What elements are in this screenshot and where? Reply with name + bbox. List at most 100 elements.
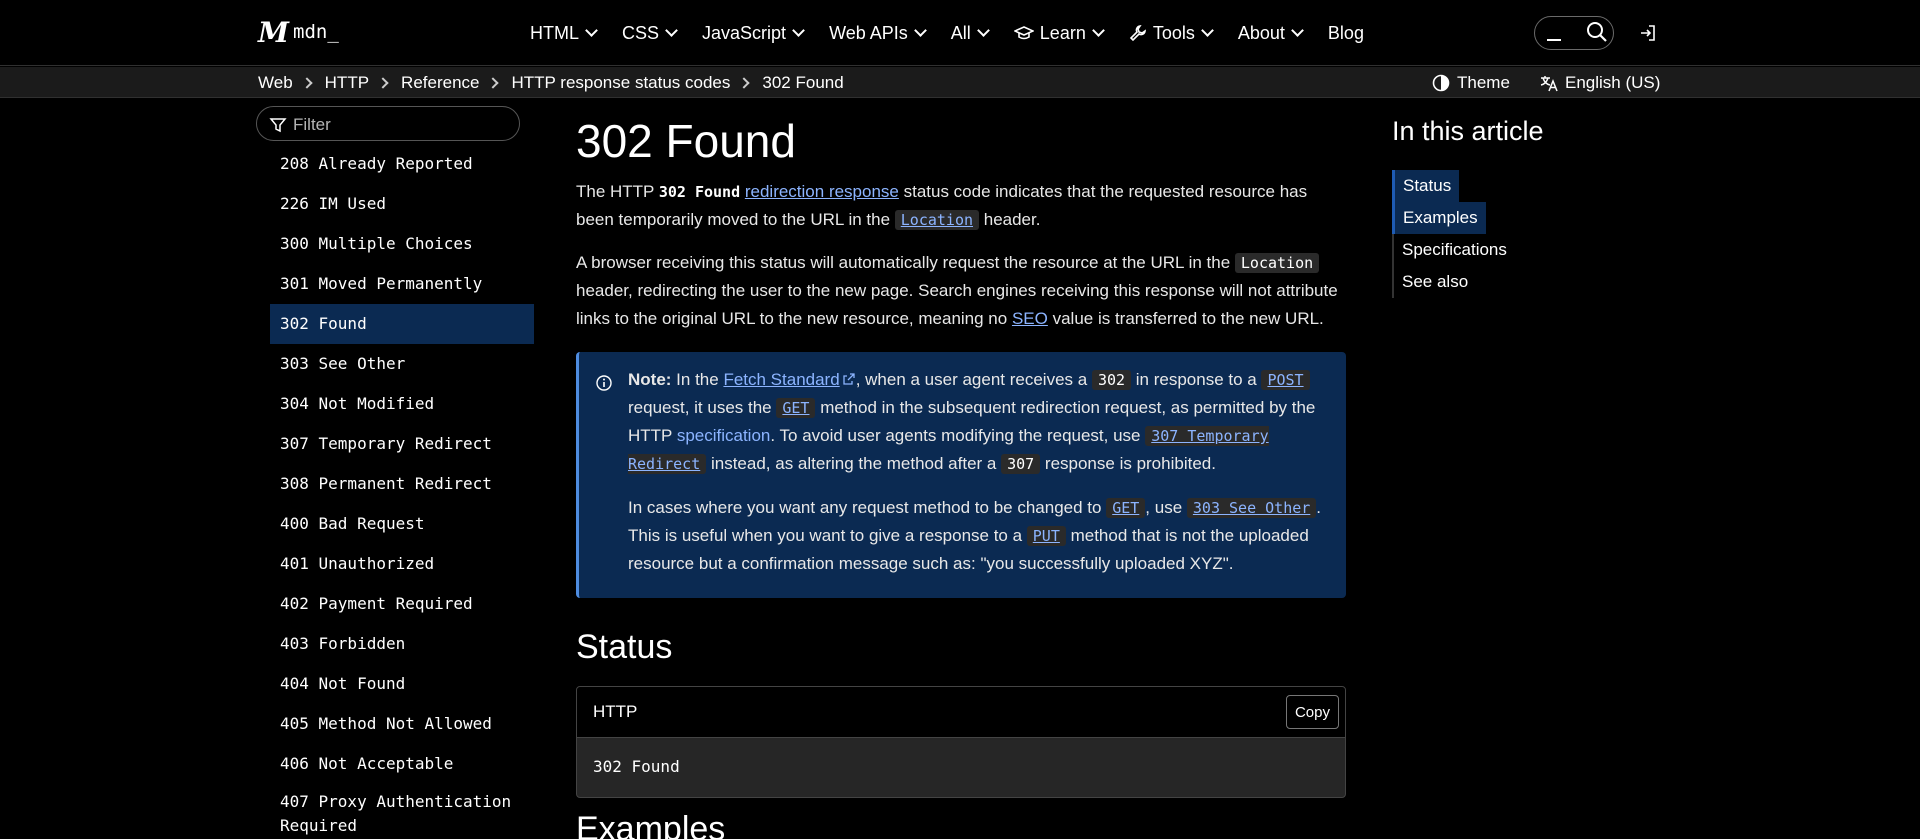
inline-code: 302 bbox=[1091, 370, 1132, 390]
sidebar-item[interactable]: 303 See Other bbox=[270, 344, 534, 384]
text: value is transferred to the new URL. bbox=[1047, 309, 1324, 328]
sidebar-item[interactable]: 407 Proxy Authentication Required bbox=[270, 784, 534, 839]
filter-placeholder: Filter bbox=[293, 115, 331, 134]
theme-button[interactable]: Theme bbox=[1432, 67, 1510, 98]
code-language: HTTP bbox=[593, 702, 638, 721]
text-cursor bbox=[1547, 39, 1561, 41]
chevron-down-icon bbox=[1091, 24, 1105, 37]
inline-code: 307 bbox=[1001, 454, 1041, 474]
toc-list: Status Examples Specifications See also bbox=[1392, 170, 1592, 298]
sidebar-item[interactable]: 308 Permanent Redirect bbox=[270, 464, 534, 504]
info-icon bbox=[596, 375, 612, 391]
mdn-logo-icon: M bbox=[258, 15, 289, 49]
menu-tools[interactable]: Tools bbox=[1129, 23, 1214, 44]
redirection-response-link[interactable]: redirection response bbox=[745, 182, 899, 201]
main-menu: HTML CSS JavaScript Web APIs All Learn T… bbox=[530, 0, 1364, 66]
menu-all[interactable]: All bbox=[950, 22, 990, 44]
text: In cases where you want any request meth… bbox=[628, 498, 1107, 517]
sidebar-item[interactable]: 403 Forbidden bbox=[270, 624, 534, 664]
sidebar-item[interactable]: 307 Temporary Redirect bbox=[270, 424, 534, 464]
toc-item-status[interactable]: Status bbox=[1392, 170, 1460, 202]
sidebar-item[interactable]: 405 Method Not Allowed bbox=[270, 704, 534, 744]
chevron-down-icon bbox=[1201, 24, 1214, 37]
text: . To avoid user agents modifying the req… bbox=[770, 426, 1146, 445]
toc-item-specifications[interactable]: Specifications bbox=[1394, 234, 1592, 266]
theme-icon bbox=[1432, 74, 1450, 91]
text: request, it uses the bbox=[628, 398, 777, 417]
login-icon[interactable] bbox=[1638, 23, 1658, 43]
menu-label: All bbox=[950, 22, 971, 43]
chevron-right-icon bbox=[300, 76, 313, 89]
note-paragraph: Note: In the Fetch Standard , when a user… bbox=[628, 366, 1328, 478]
seo-link[interactable]: SEO bbox=[1012, 309, 1048, 328]
sidebar-item[interactable]: 226 IM Used bbox=[270, 184, 534, 224]
chevron-down-icon bbox=[1291, 24, 1304, 37]
breadcrumb-item[interactable]: HTTP response status codes bbox=[511, 73, 730, 93]
language-button[interactable]: English (US) bbox=[1540, 67, 1660, 98]
sidebar-item[interactable]: 406 Not Acceptable bbox=[270, 744, 534, 784]
sidebar-list: 208 Already Reported 226 IM Used 300 Mul… bbox=[270, 144, 534, 839]
note-body: Note: In the Fetch Standard , when a user… bbox=[628, 366, 1328, 578]
breadcrumb-item[interactable]: HTTP bbox=[325, 73, 369, 93]
text: A browser receiving this status will aut… bbox=[576, 253, 1235, 272]
text: The HTTP bbox=[576, 182, 659, 201]
page-title: 302 Found bbox=[576, 115, 796, 167]
post-method-link[interactable]: POST bbox=[1261, 370, 1310, 390]
menu-learn[interactable]: Learn bbox=[1013, 22, 1105, 44]
put-method-link[interactable]: PUT bbox=[1026, 526, 1066, 546]
menu-about[interactable]: About bbox=[1238, 23, 1304, 44]
fetch-standard-link[interactable]: Fetch Standard bbox=[723, 370, 839, 389]
sidebar-item[interactable]: 401 Unauthorized bbox=[270, 544, 534, 584]
menu-web-apis[interactable]: Web APIs bbox=[829, 23, 927, 44]
breadcrumb-current[interactable]: 302 Found bbox=[762, 73, 843, 93]
sidebar-item[interactable]: 404 Not Found bbox=[270, 664, 534, 704]
sidebar-item[interactable]: 208 Already Reported bbox=[270, 144, 534, 184]
breadcrumb: Web HTTP Reference HTTP response status … bbox=[258, 67, 844, 98]
examples-heading[interactable]: Examples bbox=[576, 810, 725, 839]
text: in response to a bbox=[1131, 370, 1262, 389]
sidebar-item[interactable]: 400 Bad Request bbox=[270, 504, 534, 544]
mdn-logo[interactable]: M mdn_ bbox=[258, 16, 339, 49]
menu-css[interactable]: CSS bbox=[622, 23, 678, 44]
menu-html[interactable]: HTML bbox=[530, 22, 598, 44]
sidebar-item-active[interactable]: 302 Found bbox=[270, 304, 534, 344]
303-see-other-link[interactable]: 303 See Other bbox=[1186, 498, 1317, 518]
language-label: English (US) bbox=[1565, 72, 1661, 92]
menu-label: Learn bbox=[1039, 22, 1086, 43]
location-header-link[interactable]: Location bbox=[894, 210, 980, 230]
chevron-down-icon bbox=[792, 24, 805, 37]
toc-item-see-also[interactable]: See also bbox=[1394, 266, 1592, 298]
get-method-link[interactable]: GET bbox=[776, 398, 816, 418]
text: In the bbox=[671, 370, 724, 389]
menu-javascript[interactable]: JavaScript bbox=[702, 23, 805, 44]
breadcrumb-bar: Web HTTP Reference HTTP response status … bbox=[0, 67, 1920, 98]
text: instead, as altering the method after a bbox=[706, 454, 1002, 473]
status-heading[interactable]: Status bbox=[576, 628, 672, 667]
toc-item-examples[interactable]: Examples bbox=[1392, 202, 1486, 234]
filter-input[interactable]: Filter bbox=[256, 106, 520, 141]
note-paragraph: In cases where you want any request meth… bbox=[628, 494, 1328, 578]
breadcrumb-item[interactable]: Reference bbox=[401, 73, 479, 93]
specification-link[interactable]: specification bbox=[677, 426, 771, 445]
menu-label: HTML bbox=[530, 22, 579, 43]
text: header. bbox=[979, 210, 1041, 229]
behavior-paragraph: A browser receiving this status will aut… bbox=[576, 249, 1346, 333]
chevron-right-icon bbox=[377, 76, 389, 89]
text: , use bbox=[1145, 498, 1187, 517]
theme-label: Theme bbox=[1457, 72, 1510, 92]
search-icon[interactable] bbox=[1586, 21, 1608, 43]
get-method-link[interactable]: GET bbox=[1106, 498, 1146, 518]
menu-blog[interactable]: Blog bbox=[1328, 23, 1364, 44]
sidebar: Filter 208 Already Reported 226 IM Used … bbox=[256, 106, 538, 839]
chevron-right-icon bbox=[487, 76, 500, 89]
sidebar-item[interactable]: 402 Payment Required bbox=[270, 584, 534, 624]
sidebar-item[interactable]: 300 Multiple Choices bbox=[270, 224, 534, 264]
sidebar-item[interactable]: 301 Moved Permanently bbox=[270, 264, 534, 304]
inline-code: 302 Found bbox=[658, 183, 741, 201]
breadcrumb-item[interactable]: Web bbox=[258, 73, 293, 93]
copy-button[interactable]: Copy bbox=[1285, 695, 1339, 729]
text: response is prohibited. bbox=[1040, 454, 1216, 473]
sidebar-item[interactable]: 304 Not Modified bbox=[270, 384, 534, 424]
chevron-down-icon bbox=[585, 24, 598, 37]
menu-label: Blog bbox=[1327, 22, 1364, 43]
